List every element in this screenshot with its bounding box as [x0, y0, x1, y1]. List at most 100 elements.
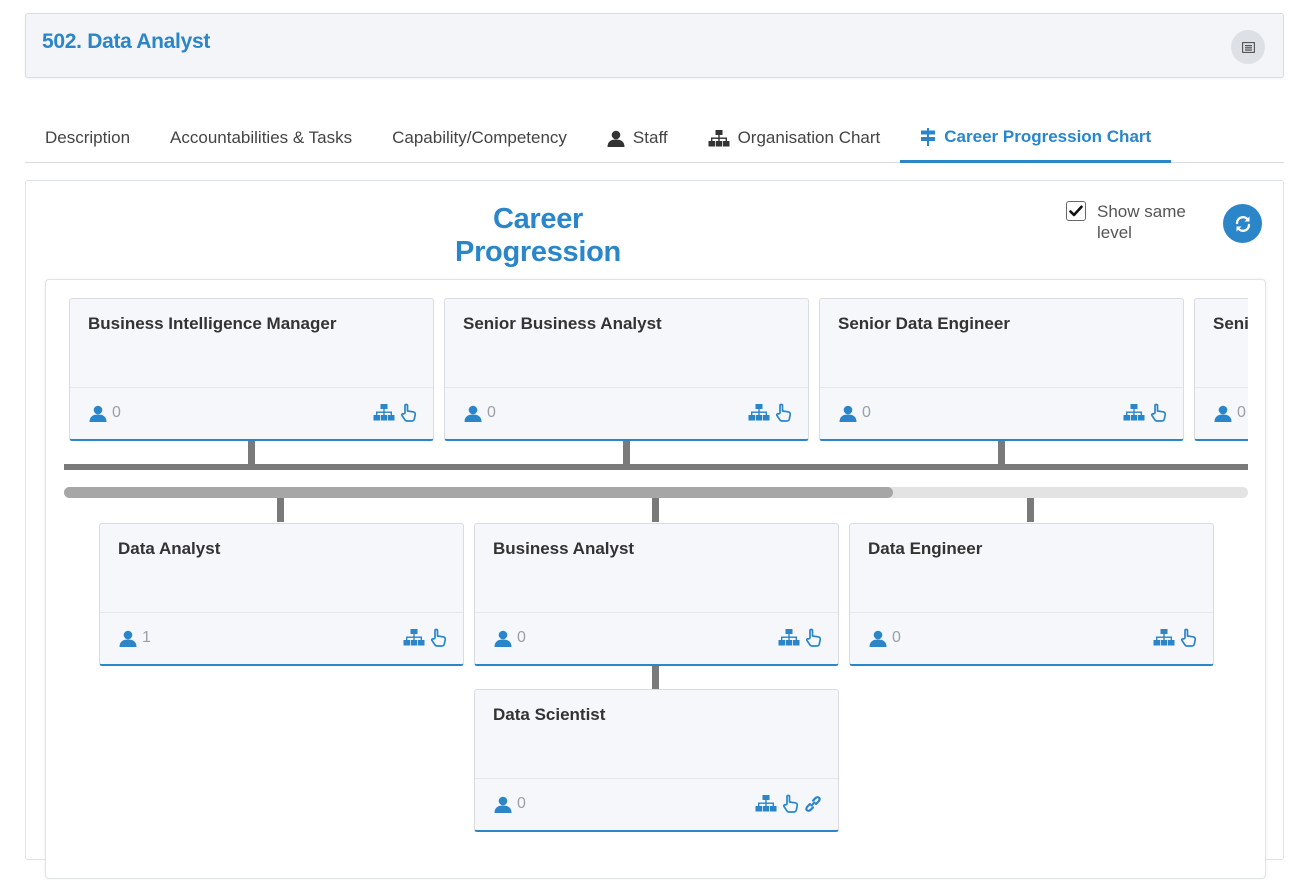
pointer-hand-icon[interactable] [805, 628, 822, 647]
user-icon [464, 405, 482, 422]
org-chart-icon [708, 129, 730, 146]
staff-count-value: 0 [1237, 404, 1246, 421]
card-actions [1123, 403, 1167, 422]
tab-label: Accountabilities & Tasks [170, 128, 353, 147]
org-chart-icon[interactable] [778, 629, 800, 646]
card-actions [755, 794, 822, 813]
org-chart-icon[interactable] [755, 795, 777, 812]
menu-button[interactable] [1231, 30, 1265, 64]
tab-label: Career Progression Chart [944, 126, 1152, 146]
org-chart-icon[interactable] [1153, 629, 1175, 646]
horizontal-scrollbar[interactable] [64, 487, 1248, 498]
tab-career-progression[interactable]: Career Progression Chart [900, 113, 1172, 163]
staff-count[interactable]: 0 [839, 404, 871, 422]
job-title: Senior Business Analyst [463, 314, 662, 333]
job-card-senior-data-engineer[interactable]: Senior Data Engineer 0 [819, 298, 1184, 441]
scrollbar-thumb[interactable] [64, 487, 893, 498]
job-card-data-scientist[interactable]: Data Scientist 0 [474, 689, 839, 832]
card-actions [403, 628, 447, 647]
signpost-icon [921, 127, 936, 146]
job-card-footer: 0 [1195, 387, 1248, 440]
staff-count-value: 0 [517, 629, 526, 646]
tab-label: Organisation Chart [737, 128, 881, 147]
connector-line [277, 498, 284, 522]
staff-count-value: 0 [112, 404, 121, 421]
link-icon[interactable] [804, 795, 822, 813]
user-icon [494, 796, 512, 813]
job-card-footer: 0 [850, 612, 1213, 665]
job-title: Senior Data Engineer [838, 314, 1010, 333]
pointer-hand-icon[interactable] [400, 403, 417, 422]
tab-capability[interactable]: Capability/Competency [372, 113, 587, 163]
career-progression-title: Career Progression [455, 203, 621, 268]
tab-label: Description [45, 128, 131, 147]
card-actions [748, 403, 792, 422]
card-actions [778, 628, 822, 647]
connector-line [652, 665, 659, 689]
org-chart-icon[interactable] [1123, 404, 1145, 421]
staff-count[interactable]: 0 [464, 404, 496, 422]
job-title: Data Engineer [868, 539, 983, 558]
staff-count[interactable]: 0 [869, 629, 901, 647]
user-icon [607, 130, 625, 147]
connector-line [652, 498, 659, 522]
job-card-footer: 0 [70, 387, 433, 440]
job-card-footer: 1 [100, 612, 463, 665]
pointer-hand-icon[interactable] [782, 794, 799, 813]
staff-count[interactable]: 1 [119, 629, 151, 647]
connector-line [1027, 498, 1034, 522]
show-same-level-label: Show same level [1097, 202, 1186, 242]
user-icon [119, 630, 137, 647]
career-progression-panel: Career Progression Show same level Busin… [25, 180, 1284, 879]
org-chart-icon[interactable] [403, 629, 425, 646]
user-icon [839, 405, 857, 422]
checkmark-icon [1069, 205, 1083, 217]
pointer-hand-icon[interactable] [1180, 628, 1197, 647]
menu-icon [1241, 41, 1255, 53]
job-card-business-analyst[interactable]: Business Analyst 0 [474, 523, 839, 666]
refresh-icon [1235, 215, 1250, 232]
staff-count-value: 0 [862, 404, 871, 421]
page-title: 502. Data Analyst [42, 30, 211, 53]
show-same-level-toggle[interactable]: Show same level [1066, 201, 1197, 243]
staff-count[interactable]: 0 [494, 629, 526, 647]
job-title: Business Intelligence Manager [88, 314, 337, 333]
org-chart-icon[interactable] [373, 404, 395, 421]
staff-count-value: 0 [892, 629, 901, 646]
user-icon [89, 405, 107, 422]
tab-staff[interactable]: Staff [587, 113, 688, 163]
card-actions [1153, 628, 1197, 647]
pointer-hand-icon[interactable] [430, 628, 447, 647]
refresh-button[interactable] [1223, 204, 1262, 243]
job-card-business-intelligence-manager[interactable]: Business Intelligence Manager 0 [69, 298, 434, 441]
tab-label: Capability/Competency [392, 128, 567, 147]
job-title: Senior [1213, 314, 1248, 333]
tab-organisation-chart[interactable]: Organisation Chart [688, 113, 901, 163]
connector-bar [64, 464, 1248, 470]
job-card-senior-partial[interactable]: Senior 0 [1194, 298, 1248, 441]
tab-bar: Description Accountabilities & Tasks Cap… [25, 113, 1284, 163]
job-card-senior-business-analyst[interactable]: Senior Business Analyst 0 [444, 298, 809, 441]
user-icon [1214, 405, 1232, 422]
tab-label: Staff [632, 128, 668, 147]
staff-count[interactable]: 0 [1214, 404, 1246, 422]
tab-accountabilities[interactable]: Accountabilities & Tasks [150, 113, 372, 163]
staff-count[interactable]: 0 [89, 404, 121, 422]
job-title: Data Analyst [118, 539, 221, 558]
job-card-footer: 0 [445, 387, 808, 440]
tab-description[interactable]: Description [25, 113, 150, 163]
pointer-hand-icon[interactable] [775, 403, 792, 422]
staff-count[interactable]: 0 [494, 795, 526, 813]
job-card-data-analyst[interactable]: Data Analyst 1 [99, 523, 464, 666]
pointer-hand-icon[interactable] [1150, 403, 1167, 422]
org-chart-icon[interactable] [748, 404, 770, 421]
user-icon [869, 630, 887, 647]
staff-count-value: 1 [142, 629, 151, 646]
user-icon [494, 630, 512, 647]
job-card-footer: 0 [475, 612, 838, 665]
show-same-level-checkbox[interactable] [1066, 201, 1086, 221]
job-card-data-engineer[interactable]: Data Engineer 0 [849, 523, 1214, 666]
job-title: Data Scientist [493, 705, 606, 724]
header-card: 502. Data Analyst [25, 13, 1284, 78]
card-actions [373, 403, 417, 422]
